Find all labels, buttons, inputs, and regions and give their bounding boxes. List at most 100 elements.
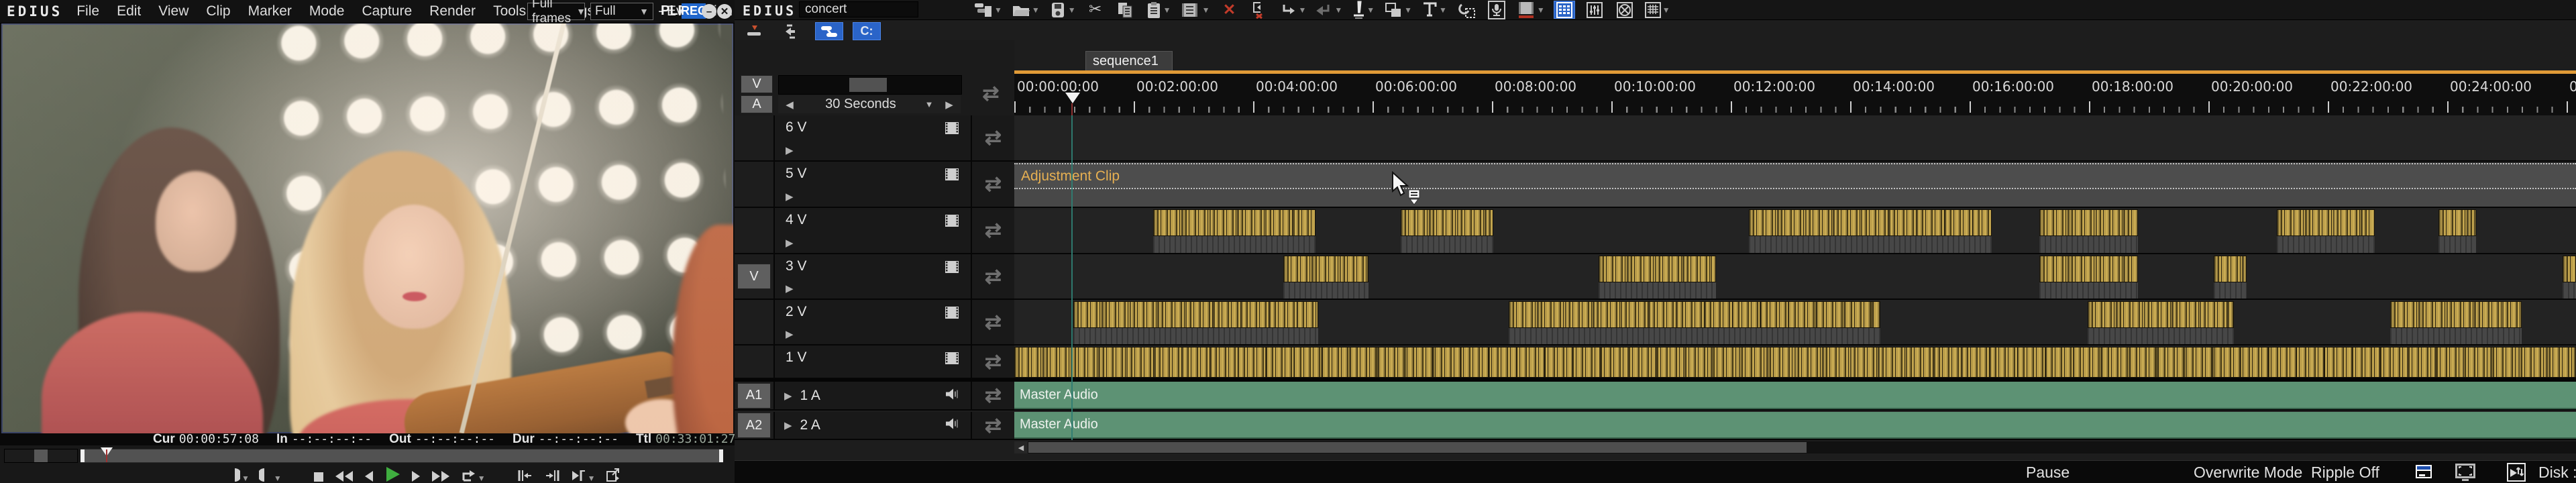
track-lane-6v[interactable] [1014, 115, 2576, 162]
video-clip[interactable] [2390, 301, 2522, 328]
chevron-down-icon[interactable]: ▼ [1163, 5, 1171, 15]
expand-track-arrow[interactable]: ▶ [786, 328, 794, 340]
overview-scroll-handle[interactable] [849, 78, 887, 92]
clip-mode-button[interactable]: C: [853, 22, 881, 40]
goto-out-button[interactable] [543, 466, 561, 483]
tab-sequence1[interactable]: sequence1 [1085, 51, 1173, 71]
minimize-button[interactable]: – [702, 4, 716, 19]
video-clip[interactable] [2438, 209, 2476, 236]
new-sequence-button[interactable]: ▼ [973, 1, 1002, 19]
edit-mode-label[interactable]: Overwrite Mode [2194, 464, 2302, 482]
copy-button[interactable] [1115, 1, 1136, 19]
track-header-1v[interactable]: 1 V⇄ [735, 345, 1014, 379]
sync-lock-column[interactable]: ⇄ [972, 300, 1014, 344]
playhead-handle[interactable] [1065, 93, 1080, 103]
video-clip-mixer-band[interactable] [2438, 236, 2476, 253]
track-label-area[interactable]: 3 V▶ [775, 254, 972, 299]
menu-item-clip[interactable]: Clip [197, 3, 239, 19]
export-button[interactable]: ▼ [1516, 1, 1545, 19]
video-clip-mixer-band[interactable] [1401, 236, 1493, 253]
video-clip[interactable] [2277, 209, 2375, 236]
video-clip[interactable] [1073, 301, 1318, 328]
scroll-left-button[interactable]: ◀ [1014, 441, 1028, 453]
voice-over-button[interactable] [1486, 1, 1507, 19]
shuttle-handle[interactable] [34, 449, 48, 462]
timescale-increase-button[interactable]: ▶ [938, 99, 961, 111]
shuttle-right-zone[interactable] [48, 449, 77, 462]
fast-forward-button[interactable] [431, 466, 451, 483]
track-header-4v[interactable]: 4 V▶⇄ [735, 208, 1014, 254]
track-label-area[interactable]: 4 V▶ [775, 208, 972, 253]
menu-item-mode[interactable]: Mode [301, 3, 354, 19]
track-lane-a2[interactable]: Master Audio [1014, 412, 2576, 440]
video-clip[interactable] [1749, 209, 1992, 236]
video-clip[interactable] [1401, 209, 1493, 236]
video-track-icon[interactable] [943, 121, 961, 139]
video-clip-mixer-band[interactable] [2039, 282, 2138, 299]
goto-end-button[interactable]: ▼ [570, 466, 596, 483]
track-label-area[interactable]: 2 V▶ [775, 300, 972, 344]
video-clip[interactable] [2563, 256, 2576, 282]
video-clip-mixer-band[interactable] [2088, 328, 2234, 344]
adjustment-clip[interactable]: Adjustment Clip [1014, 163, 2576, 189]
video-clip[interactable] [2039, 209, 2138, 236]
video-track-icon[interactable] [943, 305, 961, 323]
speaker-icon[interactable] [944, 417, 960, 434]
video-clip-mixer-band[interactable] [2563, 282, 2576, 299]
set-in-point-button[interactable]: ▼ [227, 466, 250, 483]
track-header-a2[interactable]: A2▶2 A⇄ [735, 412, 1014, 440]
fullscreen-monitor-icon[interactable] [2454, 462, 2477, 483]
transfer-playback-icon[interactable] [2506, 462, 2526, 483]
timeline-marker-mode-button[interactable] [740, 22, 768, 40]
video-clip-mixer-band[interactable] [1153, 236, 1316, 253]
horizontal-scrollbar[interactable]: ◀ [1014, 441, 2576, 453]
menu-item-view[interactable]: View [150, 3, 197, 19]
video-clip-mixer-band[interactable] [2214, 282, 2247, 299]
ripple-sync-icon[interactable]: ⇄ [971, 82, 1011, 105]
video-clip[interactable] [2214, 256, 2247, 282]
chevron-down-icon[interactable]: ▼ [1032, 5, 1040, 15]
video-clip-mixer-band[interactable] [2277, 236, 2375, 253]
track-label-area[interactable]: ▶1 A [775, 382, 972, 409]
expand-track-arrow[interactable]: ▶ [786, 282, 794, 294]
effects-palette-button[interactable] [1614, 1, 1635, 19]
add-to-timeline-button[interactable]: ▼ [1180, 1, 1210, 19]
ripple-delete-button[interactable] [1248, 1, 1270, 19]
chevron-down-icon[interactable]: ▼ [1662, 5, 1670, 15]
add-title-button[interactable]: ▼ [1421, 1, 1447, 19]
track-lane-3v[interactable] [1014, 254, 2576, 300]
goto-in-button[interactable] [517, 466, 534, 483]
menu-item-edit[interactable]: Edit [108, 3, 150, 19]
timeline-ruler[interactable]: 00:00:00:0000:02:00:0000:04:00:0000:06:0… [1014, 70, 2576, 116]
stop-button[interactable] [313, 466, 325, 483]
audio-patch-button[interactable]: A [741, 95, 773, 113]
rewind-button[interactable] [334, 466, 354, 483]
track-header-5v[interactable]: 5 V▶⇄ [735, 162, 1014, 208]
insert-mode-button[interactable] [777, 22, 806, 40]
play-button[interactable] [384, 466, 401, 483]
track-label-area[interactable]: 6 V▶ [775, 115, 972, 160]
chevron-down-icon[interactable]: ▼ [478, 474, 486, 483]
delete-button[interactable]: ✕ [1218, 1, 1240, 19]
expand-track-arrow[interactable]: ▶ [786, 237, 794, 249]
sequence-settings-button[interactable]: ▼ [1644, 1, 1670, 19]
track-lane-1v[interactable] [1014, 345, 2576, 379]
patch-button-v[interactable]: V [737, 264, 771, 289]
sync-lock-column[interactable]: ⇄ [972, 254, 1014, 299]
track-lane-4v[interactable] [1014, 208, 2576, 254]
next-frame-button[interactable] [411, 466, 421, 483]
add-transition-button[interactable]: ▼ [1383, 1, 1412, 19]
speaker-icon[interactable] [944, 387, 960, 404]
sync-lock-column[interactable]: ⇄ [972, 382, 1014, 409]
close-button[interactable]: ✕ [717, 4, 732, 19]
chevron-down-icon[interactable]: ▼ [1404, 5, 1412, 15]
video-track-icon[interactable] [943, 351, 961, 369]
panel-window-icon[interactable] [2414, 462, 2434, 483]
chevron-down-icon[interactable]: ▼ [1068, 5, 1076, 15]
video-clip-mixer-band[interactable] [2039, 236, 2138, 253]
video-clip[interactable] [2088, 301, 2234, 328]
chevron-down-icon[interactable]: ▼ [241, 474, 250, 483]
sync-lock-column[interactable]: ⇄ [972, 115, 1014, 160]
sync-lock-column[interactable]: ⇄ [972, 345, 1014, 378]
track-lane-5v[interactable]: Adjustment Clip [1014, 162, 2576, 208]
